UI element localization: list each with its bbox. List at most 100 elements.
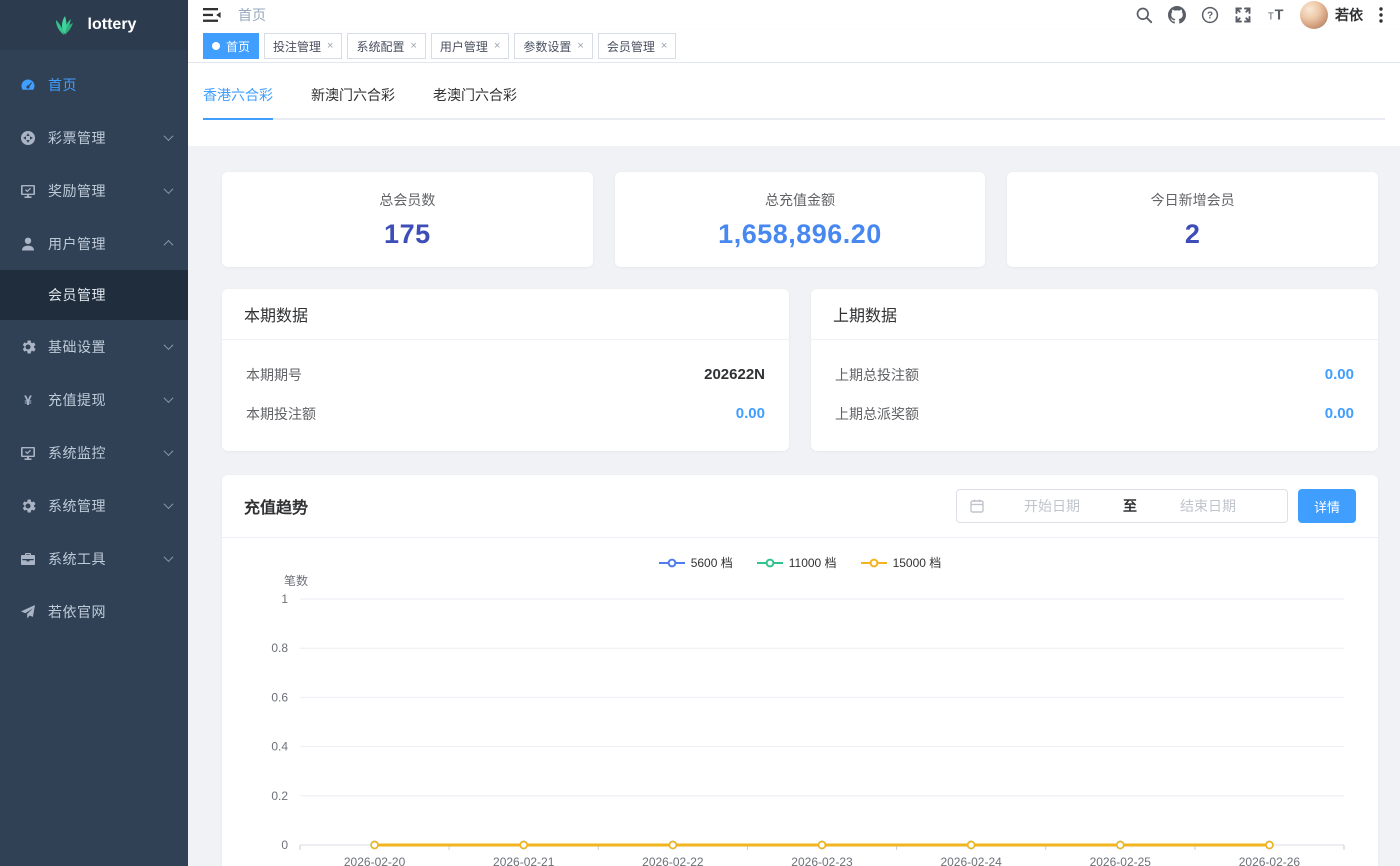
legend-item[interactable]: 11000 档 bbox=[757, 554, 837, 571]
sidebar-item-label: 奖励管理 bbox=[48, 181, 165, 201]
kebab-menu-icon[interactable] bbox=[1378, 6, 1390, 24]
tag-item[interactable]: 投注管理× bbox=[264, 33, 342, 59]
font-size-icon[interactable]: TT bbox=[1267, 6, 1285, 24]
navbar-right: ? TT 若依 bbox=[1135, 1, 1390, 29]
breadcrumb[interactable]: 首页 bbox=[238, 5, 266, 25]
tag-label: 会员管理 bbox=[607, 38, 655, 55]
sidebar-item-lottery[interactable]: 彩票管理 bbox=[0, 111, 188, 164]
sidebar-subitem-user[interactable]: 会员管理 bbox=[0, 270, 188, 320]
tab-0[interactable]: 香港六合彩 bbox=[203, 85, 273, 118]
panel-row-value: 0.00 bbox=[736, 405, 765, 422]
svg-text:2026-02-25: 2026-02-25 bbox=[1090, 855, 1152, 866]
sidebar-item-label: 基础设置 bbox=[48, 337, 165, 357]
stat-label: 总会员数 bbox=[379, 190, 435, 210]
stat-value: 2 bbox=[1185, 219, 1201, 250]
fold-sidebar-icon[interactable] bbox=[202, 6, 222, 24]
sidebar-item-guide[interactable]: 若依官网 bbox=[0, 585, 188, 638]
chevron-down-icon bbox=[164, 131, 174, 141]
tab-1[interactable]: 新澳门六合彩 bbox=[311, 85, 395, 118]
question-icon[interactable]: ? bbox=[1201, 6, 1219, 24]
legend-label: 11000 档 bbox=[789, 554, 837, 571]
svg-text:T: T bbox=[1275, 7, 1284, 23]
start-date-input[interactable]: 开始日期 bbox=[985, 496, 1119, 516]
sidebar-item-monitor[interactable]: 系统监控 bbox=[0, 426, 188, 479]
tag-item[interactable]: 系统配置 × bbox=[347, 33, 425, 59]
svg-text:笔数: 笔数 bbox=[284, 573, 308, 588]
panel-row-label: 本期期号 bbox=[246, 365, 302, 385]
tag-item[interactable]: 首页 bbox=[203, 33, 259, 59]
username[interactable]: 若依 bbox=[1335, 5, 1363, 25]
settings-icon bbox=[20, 339, 36, 355]
main-area: 首页 ? TT 若依 bbox=[188, 0, 1400, 866]
chevron-down-icon bbox=[164, 184, 174, 194]
legend-marker-icon bbox=[861, 558, 887, 568]
tag-item[interactable]: 会员管理 × bbox=[598, 33, 676, 59]
tags-view: 首页投注管理×系统配置×用户管理×参数设置×会员管理× bbox=[188, 30, 1400, 63]
panel-row-value: 0.00 bbox=[1325, 405, 1354, 422]
close-icon[interactable]: × bbox=[577, 40, 583, 52]
panel-row-value: 0.00 bbox=[1325, 366, 1354, 383]
panel-row-label: 上期总投注额 bbox=[835, 365, 919, 385]
svg-text:2026-02-20: 2026-02-20 bbox=[344, 855, 406, 866]
user-avatar[interactable] bbox=[1300, 1, 1328, 29]
leaf-logo-icon bbox=[52, 14, 78, 36]
guide-icon bbox=[20, 604, 36, 620]
app-window: lottery 首页彩票管理奖励管理用户管理会员管理基础设置¥充值提现系统监控系… bbox=[0, 0, 1400, 866]
sidebar-item-base[interactable]: 基础设置 bbox=[0, 320, 188, 373]
legend-item[interactable]: 15000 档 bbox=[861, 554, 942, 571]
sidebar-item-home[interactable]: 首页 bbox=[0, 58, 188, 111]
legend-label: 15000 档 bbox=[893, 554, 942, 571]
app-title: lottery bbox=[88, 16, 137, 34]
svg-text:0.6: 0.6 bbox=[271, 690, 288, 704]
stat-value: 1,658,896.20 bbox=[718, 219, 882, 250]
sidebar-subitem-label: 会员管理 bbox=[48, 285, 106, 305]
tag-item[interactable]: 参数设置 × bbox=[514, 33, 592, 59]
legend-marker-icon bbox=[757, 558, 783, 568]
logo[interactable]: lottery bbox=[0, 0, 188, 50]
sidebar-item-tool[interactable]: 系统工具 bbox=[0, 532, 188, 585]
end-date-input[interactable]: 结束日期 bbox=[1141, 496, 1275, 516]
close-icon[interactable]: × bbox=[661, 40, 667, 52]
sidebar-item-user[interactable]: 用户管理 bbox=[0, 217, 188, 270]
monitor-icon bbox=[20, 445, 36, 461]
tab-2[interactable]: 老澳门六合彩 bbox=[433, 85, 517, 118]
recharge-trend-card: 充值趋势 开始日期 至 结束日期 详情 560 bbox=[222, 475, 1378, 866]
chart-controls: 开始日期 至 结束日期 详情 bbox=[956, 489, 1356, 523]
svg-text:0.8: 0.8 bbox=[271, 641, 288, 655]
search-icon[interactable] bbox=[1135, 6, 1153, 24]
sidebar-item-system[interactable]: 系统管理 bbox=[0, 479, 188, 532]
sidebar-item-recharge[interactable]: ¥充值提现 bbox=[0, 373, 188, 426]
svg-text:T: T bbox=[1268, 12, 1274, 23]
svg-text:2026-02-21: 2026-02-21 bbox=[493, 855, 555, 866]
close-icon[interactable]: × bbox=[410, 40, 416, 52]
close-icon[interactable]: × bbox=[327, 40, 333, 52]
fullscreen-icon[interactable] bbox=[1234, 6, 1252, 24]
panel-row: 本期数据本期期号202622N本期投注额0.00上期数据上期总投注额0.00上期… bbox=[222, 289, 1378, 451]
svg-text:2026-02-23: 2026-02-23 bbox=[791, 855, 853, 866]
close-icon[interactable]: × bbox=[494, 40, 500, 52]
tag-item[interactable]: 用户管理× bbox=[431, 33, 509, 59]
svg-text:0.4: 0.4 bbox=[271, 740, 288, 754]
panel-row-value: 202622N bbox=[704, 366, 765, 383]
sidebar-item-label: 充值提现 bbox=[48, 390, 165, 410]
reward-icon bbox=[20, 183, 36, 199]
stat-label: 今日新增会员 bbox=[1151, 190, 1235, 210]
gear-icon bbox=[20, 498, 36, 514]
date-range-picker[interactable]: 开始日期 至 结束日期 bbox=[956, 489, 1288, 523]
chevron-down-icon bbox=[164, 552, 174, 562]
github-icon[interactable] bbox=[1168, 6, 1186, 24]
tag-label: 系统配置 bbox=[356, 38, 404, 55]
tool-icon bbox=[20, 551, 36, 567]
sidebar-item-label: 首页 bbox=[48, 75, 172, 95]
panel-title: 上期数据 bbox=[811, 289, 1378, 340]
legend-item[interactable]: 5600 档 bbox=[659, 554, 733, 571]
sidebar: lottery 首页彩票管理奖励管理用户管理会员管理基础设置¥充值提现系统监控系… bbox=[0, 0, 188, 866]
sidebar-item-label: 用户管理 bbox=[48, 234, 165, 254]
tag-label: 参数设置 bbox=[523, 38, 571, 55]
stat-card: 总会员数175 bbox=[222, 172, 593, 267]
panel-body: 上期总投注额0.00上期总派奖额0.00 bbox=[811, 340, 1378, 451]
sidebar-item-reward[interactable]: 奖励管理 bbox=[0, 164, 188, 217]
stat-card: 今日新增会员 2 bbox=[1007, 172, 1378, 267]
detail-button[interactable]: 详情 bbox=[1298, 489, 1356, 523]
date-separator: 至 bbox=[1119, 496, 1141, 516]
